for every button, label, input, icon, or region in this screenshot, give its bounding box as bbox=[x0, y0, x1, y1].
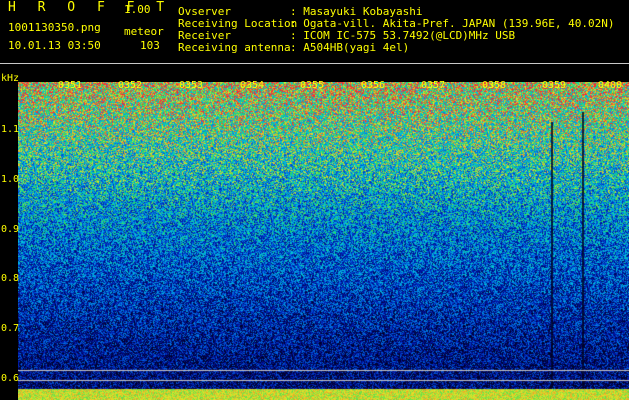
time-tick: 0354 bbox=[240, 80, 265, 91]
y-tick: 1.1 bbox=[1, 124, 20, 135]
time-tick: 0353 bbox=[179, 80, 204, 91]
antenna-value: : A504HB(yagi 4el) bbox=[290, 41, 410, 54]
antenna-label: Receiving antenna bbox=[178, 41, 291, 54]
version-label: 1.00 bbox=[124, 3, 151, 16]
header-divider bbox=[0, 63, 629, 64]
time-tick: 0357 bbox=[421, 80, 446, 91]
mode-label: meteor bbox=[124, 25, 164, 38]
count-label: 103 bbox=[140, 39, 160, 52]
time-tick: 0355 bbox=[300, 80, 325, 91]
time-tick: 0351 bbox=[58, 80, 83, 91]
y-axis-unit: kHz bbox=[1, 73, 20, 84]
time-tick: 0400 bbox=[598, 80, 623, 91]
spectrogram-canvas bbox=[18, 82, 629, 400]
time-tick: 0358 bbox=[482, 80, 507, 91]
time-tick: 0356 bbox=[361, 80, 386, 91]
y-tick: 0.8 bbox=[1, 273, 20, 284]
time-tick: 0352 bbox=[118, 80, 143, 91]
y-tick: 0.6 bbox=[1, 373, 20, 384]
filename-label: 1001130350.png bbox=[8, 21, 101, 34]
timestamp-label: 10.01.13 03:50 bbox=[8, 39, 101, 52]
time-tick: 0359 bbox=[542, 80, 567, 91]
y-tick: 1.0 bbox=[1, 174, 20, 185]
y-tick: 0.7 bbox=[1, 323, 20, 334]
y-tick: 0.9 bbox=[1, 224, 20, 235]
